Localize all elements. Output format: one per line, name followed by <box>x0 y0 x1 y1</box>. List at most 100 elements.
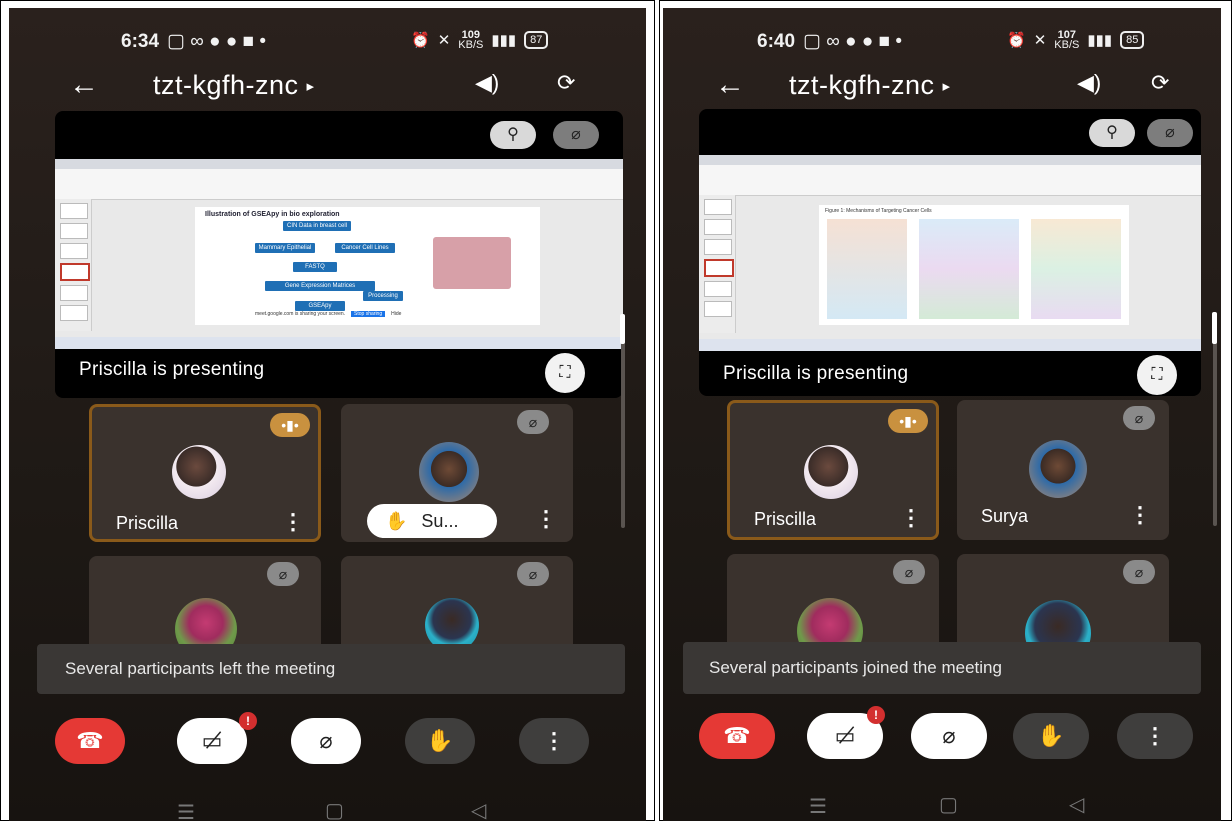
back-arrow-icon[interactable]: ← <box>715 70 745 100</box>
raise-hand-icon[interactable]: ✋ <box>405 718 475 764</box>
slide-thumbnails <box>699 195 736 333</box>
presentation-panel[interactable]: ⚲ ⌀ Illustration of GSEApy in bio explor… <box>55 111 623 398</box>
switch-camera-wrap: ⟳ <box>557 70 575 96</box>
scrollbar-thumb[interactable] <box>1212 312 1217 344</box>
status-right-right: ⏰ ✕ 107 KB/S ▮▮▮ 85 <box>1007 29 1145 51</box>
camera-badge: ! <box>239 712 257 730</box>
scrollbar-thumb[interactable] <box>620 314 625 344</box>
participant-tile-4[interactable]: ⌀ <box>957 554 1169 666</box>
figure-panel <box>1031 219 1121 319</box>
end-call-icon[interactable]: ☎ <box>55 718 125 764</box>
switch-camera-wrap: ⟳ <box>1151 70 1169 96</box>
panel-divider <box>654 0 660 821</box>
nav-recents-icon[interactable]: ☰ <box>809 794 827 819</box>
scrollbar-track[interactable] <box>1213 316 1217 526</box>
participant-tile-surya[interactable]: ⌀ Surya ⋮ <box>957 400 1169 540</box>
slide-box: GSEApy <box>295 301 345 311</box>
stop-sharing-button[interactable]: Stop sharing <box>351 311 386 317</box>
raise-hand-icon[interactable]: ✋ <box>1013 713 1089 759</box>
fullscreen-icon[interactable]: ⛶ <box>1137 355 1177 395</box>
end-call-icon[interactable]: ☎ <box>699 713 775 759</box>
speaker-icon[interactable]: ◀) <box>1077 70 1101 96</box>
switch-camera-icon[interactable]: ⟳ <box>557 70 575 96</box>
top-bar: ← <box>69 70 99 100</box>
switch-camera-icon[interactable]: ⟳ <box>1151 70 1169 96</box>
speaker-icon[interactable]: ◀) <box>475 70 499 96</box>
participant-tile-priscilla[interactable]: •▮• Priscilla ⋮ <box>727 400 939 540</box>
slide-thumbnails <box>55 199 92 331</box>
slide-canvas: Figure 1: Mechanisms of Targeting Cancer… <box>819 205 1129 325</box>
hide-button[interactable]: Hide <box>391 311 401 317</box>
alarm-icon: ⏰ <box>411 32 430 49</box>
notification-icons: ▢ ∞ ● ● ■ • <box>167 31 267 52</box>
slide-title: Illustration of GSEApy in bio exploratio… <box>205 211 340 218</box>
slide-title: Figure 1: Mechanisms of Targeting Cancer… <box>825 208 932 214</box>
more-vert-icon[interactable]: ⋮ <box>535 506 557 532</box>
mic-off-icon: ⌀ <box>517 562 549 586</box>
caret-right-icon[interactable]: ▸ <box>943 77 951 95</box>
back-arrow-icon[interactable]: ← <box>69 70 99 100</box>
mute-notify-icon: ✕ <box>1033 32 1047 49</box>
camera-off-icon[interactable]: ▭̸ <box>177 718 247 764</box>
more-vert-icon[interactable]: ⋮ <box>900 505 922 531</box>
toast-message: Several participants left the meeting <box>37 644 625 694</box>
battery-indicator: 85 <box>1120 31 1145 49</box>
participant-name: Surya <box>981 506 1029 526</box>
participant-name: Su... <box>421 510 459 531</box>
nav-home-icon[interactable]: ▢ <box>939 792 958 817</box>
mic-off-icon[interactable]: ⌀ <box>291 718 361 764</box>
figure-panel <box>919 219 1019 319</box>
more-vert-icon[interactable]: ⋮ <box>1129 502 1151 528</box>
meeting-code-group[interactable]: tzt-kgfh-znc ▸ <box>153 70 314 101</box>
pin-icon[interactable]: ⚲ <box>1089 119 1135 147</box>
scrollbar-track[interactable] <box>621 318 625 528</box>
presentation-panel[interactable]: ⚲ ⌀ Figure 1: Mechanisms of Targeting Ca… <box>699 109 1201 396</box>
status-right-left: ⏰ ✕ 109 KB/S ▮▮▮ 87 <box>411 29 549 51</box>
nav-recents-icon[interactable]: ☰ <box>177 800 195 821</box>
nav-back-icon[interactable]: ◁ <box>1069 792 1084 817</box>
mic-off-icon[interactable]: ⌀ <box>911 713 987 759</box>
avatar <box>1029 440 1087 498</box>
meeting-code[interactable]: tzt-kgfh-znc <box>789 70 935 101</box>
toast-text: Several participants joined the meeting <box>709 658 1002 677</box>
camera-badge: ! <box>867 706 885 724</box>
mic-off-icon: ⌀ <box>893 560 925 584</box>
nav-back-icon[interactable]: ◁ <box>471 798 486 821</box>
shared-screen: Figure 1: Mechanisms of Targeting Cancer… <box>699 155 1201 351</box>
slide-box: Mammary Epithelial Cells <box>255 243 315 261</box>
more-vert-icon[interactable]: ⋮ <box>282 509 304 535</box>
ppt-ribbon <box>55 159 623 200</box>
participant-tile-3[interactable]: ⌀ <box>727 554 939 664</box>
mute-notify-icon: ✕ <box>437 32 451 49</box>
caret-right-icon[interactable]: ▸ <box>307 77 315 95</box>
mic-off-icon: ⌀ <box>1123 406 1155 430</box>
status-bar-left: 6:34 ▢ ∞ ● ● ■ • <box>121 30 266 53</box>
pin-icon[interactable]: ⚲ <box>490 121 536 149</box>
top-bar: ← <box>715 70 745 100</box>
slide-box: Cancer Cell Lines <box>335 243 395 253</box>
participant-tile-priscilla[interactable]: •▮• Priscilla ⋮ <box>89 404 321 542</box>
raise-hand-icon: ✋ <box>385 510 408 531</box>
network-speed: 107 KB/S <box>1054 29 1080 51</box>
participant-tile-4[interactable]: ⌀ <box>341 556 573 656</box>
speaker-wrap: ◀) <box>475 70 499 96</box>
meeting-code[interactable]: tzt-kgfh-znc <box>153 70 299 101</box>
slide-box: Gene Expression Matrices <box>265 281 375 291</box>
nav-home-icon[interactable]: ▢ <box>325 798 344 821</box>
fullscreen-icon[interactable]: ⛶ <box>545 353 585 393</box>
phone-screen-left: 6:34 ▢ ∞ ● ● ■ • ⏰ ✕ 109 KB/S ▮▮▮ 87 ← t… <box>9 8 646 821</box>
more-vert-icon[interactable]: ⋮ <box>519 718 589 764</box>
windows-taskbar <box>55 337 623 349</box>
toast-text: Several participants left the meeting <box>65 659 336 678</box>
network-speed: 109 KB/S <box>458 29 484 51</box>
alarm-icon: ⏰ <box>1007 32 1026 49</box>
participant-tile-su[interactable]: ⌀ ✋ Su... ⋮ <box>341 404 573 542</box>
more-vert-icon[interactable]: ⋮ <box>1117 713 1193 759</box>
mic-off-icon: ⌀ <box>553 121 599 149</box>
status-bar-right: 6:40 ▢ ∞ ● ● ■ • <box>757 30 902 53</box>
participant-tile-3[interactable]: ⌀ <box>89 556 321 660</box>
figure-panel <box>827 219 907 319</box>
slide-box: Processing <box>363 291 403 301</box>
meeting-code-group[interactable]: tzt-kgfh-znc ▸ <box>789 70 950 101</box>
mic-off-icon: ⌀ <box>1147 119 1193 147</box>
